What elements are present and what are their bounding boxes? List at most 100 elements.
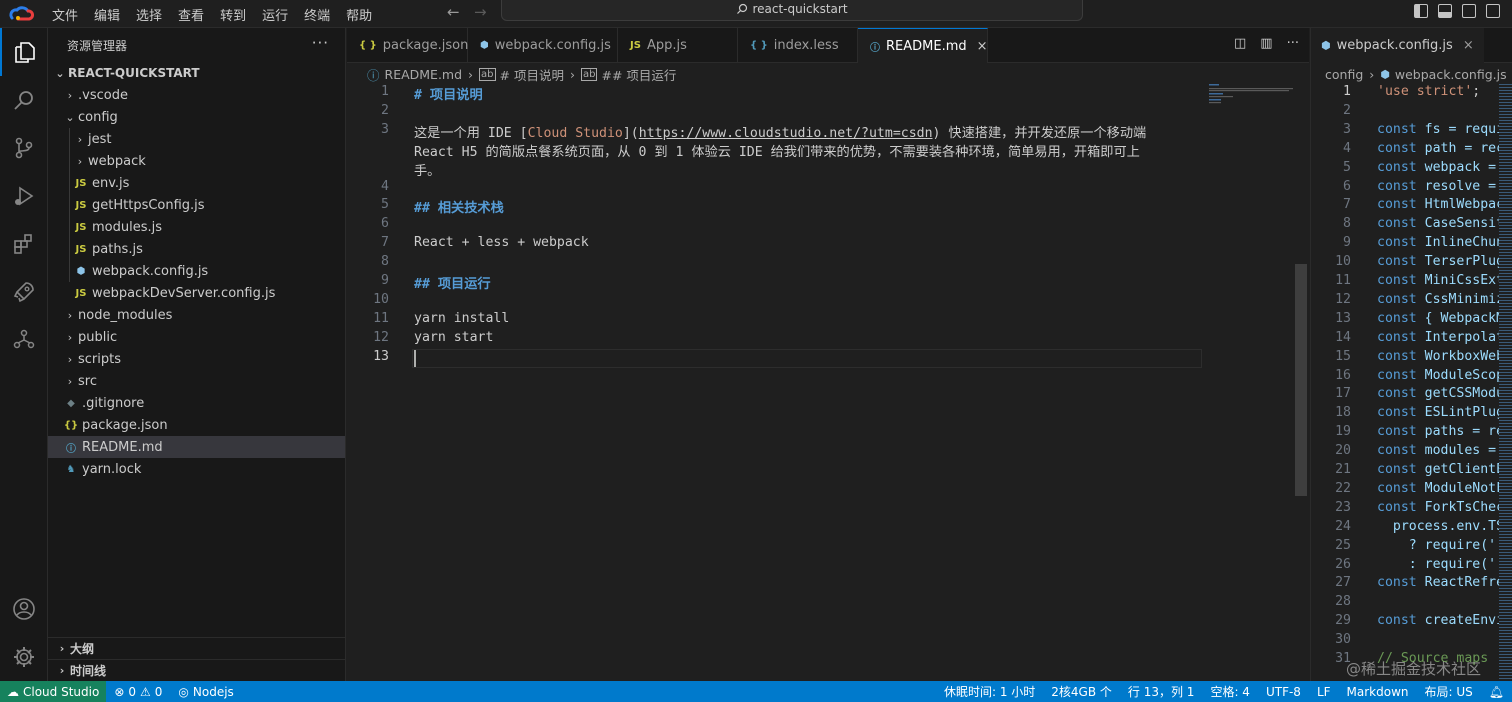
file-item[interactable]: {} package.json <box>48 414 345 436</box>
timeline-section[interactable]: › 时间线 <box>48 659 346 681</box>
folder-item[interactable]: ⌄ config <box>48 106 345 128</box>
more-actions-icon[interactable]: ··· <box>312 34 329 52</box>
search-view-icon[interactable] <box>0 76 48 124</box>
minimap[interactable] <box>1209 84 1297 104</box>
toggle-secondary-sidebar-icon[interactable] <box>1462 4 1476 18</box>
extensions-icon[interactable] <box>0 220 48 268</box>
remote-label: Cloud Studio <box>23 684 100 699</box>
breadcrumb-file[interactable]: webpack.config.js <box>1395 67 1507 82</box>
tree-item-label: .vscode <box>78 87 128 103</box>
file-item[interactable]: JS getHttpsConfig.js <box>48 194 345 216</box>
problems-indicator[interactable]: ⊗ 0 ⚠ 0 <box>106 685 170 699</box>
menu-file[interactable]: 文件 <box>44 5 86 24</box>
line-number: 6 <box>1343 178 1351 194</box>
workspace-root[interactable]: ⌄ REACT-QUICKSTART <box>48 62 345 84</box>
tab-package-json[interactable]: { } package.json <box>347 28 468 63</box>
file-item[interactable]: ♞ yarn.lock <box>48 458 345 480</box>
code-token: fs = requi <box>1424 121 1505 137</box>
code-token: webpack = <box>1424 159 1505 175</box>
line-ending[interactable]: LF <box>1309 685 1339 699</box>
menu-run[interactable]: 运行 <box>254 5 296 24</box>
menu-edit[interactable]: 编辑 <box>86 5 128 24</box>
menu-selection[interactable]: 选择 <box>128 5 170 24</box>
file-item[interactable]: JS paths.js <box>48 238 345 260</box>
close-tab-icon[interactable]: × <box>1463 38 1474 53</box>
folder-item[interactable]: › public <box>48 326 345 348</box>
menu-terminal[interactable]: 终端 <box>296 5 338 24</box>
folder-item[interactable]: › jest <box>48 128 345 150</box>
command-center-search[interactable]: react-quickstart <box>501 0 1083 21</box>
tab-webpack-config[interactable]: ⬢ webpack.config.js <box>468 28 618 63</box>
language-mode[interactable]: Markdown <box>1339 685 1417 699</box>
vertical-scrollbar[interactable] <box>1295 264 1307 496</box>
menu-view[interactable]: 查看 <box>170 5 212 24</box>
remote-indicator[interactable]: ☁ Cloud Studio <box>0 681 107 702</box>
back-arrow-icon[interactable]: ← <box>447 3 460 21</box>
folder-item[interactable]: › src <box>48 370 345 392</box>
machine-spec[interactable]: 2核4GB 个 <box>1043 683 1120 700</box>
code-token: const <box>1377 291 1425 307</box>
md-url[interactable]: https://www.cloudstudio.net/?utm=csdn <box>639 126 933 141</box>
secondary-breadcrumb: config › ⬢ webpack.config.js <box>1311 63 1512 85</box>
folder-item[interactable]: › node_modules <box>48 304 345 326</box>
split-editor-icon[interactable]: ▥ <box>1260 36 1272 51</box>
menu-go[interactable]: 转到 <box>212 5 254 24</box>
code-token: CssMinimiz <box>1424 291 1505 307</box>
notifications-bell-icon[interactable]: 🔔︎ <box>1481 685 1512 699</box>
tab-app-js[interactable]: JS App.js <box>618 28 738 63</box>
editor-tabs: { } package.json ⬢ webpack.config.js JS App… <box>347 28 1309 63</box>
keyboard-layout[interactable]: 布局: US <box>1417 683 1481 700</box>
folder-item[interactable]: › .vscode <box>48 84 345 106</box>
explorer-icon[interactable] <box>0 28 48 76</box>
line-number: 12 <box>373 329 389 345</box>
tab-readme[interactable]: ⓘ README.md × <box>858 28 988 63</box>
outline-section[interactable]: › 大纲 <box>48 637 346 659</box>
toggle-panel-icon[interactable] <box>1438 4 1452 18</box>
sleep-time[interactable]: 休眠时间: 1 小时 <box>936 683 1043 700</box>
indentation[interactable]: 空格: 4 <box>1202 683 1258 700</box>
open-preview-icon[interactable]: ◫ <box>1234 36 1246 51</box>
file-item[interactable]: JS modules.js <box>48 216 345 238</box>
file-item[interactable]: ⬢ webpack.config.js <box>48 260 345 282</box>
rocket-deploy-icon[interactable] <box>0 268 48 316</box>
js-file-icon: JS <box>75 177 87 189</box>
menu-help[interactable]: 帮助 <box>338 5 380 24</box>
breadcrumb-file[interactable]: README.md <box>385 67 463 82</box>
tab-index-less[interactable]: { } index.less <box>738 28 858 63</box>
folder-item[interactable]: › scripts <box>48 348 345 370</box>
environment-indicator[interactable]: ◎ Nodejs <box>170 685 241 699</box>
webpack-icon: ⬢ <box>480 40 489 51</box>
breadcrumb-heading-2[interactable]: ## 项目运行 <box>601 65 676 84</box>
line-number: 19 <box>1335 424 1351 440</box>
code-line: yarn start <box>414 329 494 345</box>
customize-layout-icon[interactable] <box>1486 4 1500 18</box>
forward-arrow-icon[interactable]: → <box>474 3 487 21</box>
breadcrumb-heading-1[interactable]: # 项目说明 <box>500 65 564 84</box>
folder-item[interactable]: › webpack <box>48 150 345 172</box>
more-actions-icon[interactable]: ··· <box>1287 36 1299 51</box>
toggle-sidebar-icon[interactable] <box>1414 4 1428 18</box>
secondary-minimap[interactable] <box>1499 82 1512 681</box>
tree-network-icon[interactable] <box>0 316 48 364</box>
run-debug-icon[interactable] <box>0 172 48 220</box>
encoding[interactable]: UTF-8 <box>1258 685 1309 699</box>
cursor-position[interactable]: 行 13，列 1 <box>1120 683 1203 700</box>
account-icon[interactable] <box>0 585 48 633</box>
settings-gear-icon[interactable] <box>0 633 48 681</box>
code-token: { WebpackM <box>1424 310 1505 326</box>
file-item[interactable]: ⓘ README.md <box>48 436 345 458</box>
outline-label: 大纲 <box>70 642 95 656</box>
tab-webpack-config-secondary[interactable]: ⬢ webpack.config.js × <box>1311 28 1484 63</box>
file-item[interactable]: JS webpackDevServer.config.js <box>48 282 345 304</box>
breadcrumb-folder[interactable]: config <box>1325 67 1363 82</box>
json-icon: { } <box>359 40 377 51</box>
code-token: const <box>1377 235 1425 251</box>
webpack-file-icon: ⬢ <box>76 265 86 277</box>
file-item[interactable]: ◆ .gitignore <box>48 392 345 414</box>
line-number: 31 <box>1335 651 1351 666</box>
code-token: const <box>1377 499 1425 515</box>
source-control-icon[interactable] <box>0 124 48 172</box>
close-tab-icon[interactable]: × <box>977 39 988 54</box>
file-item[interactable]: JS env.js <box>48 172 345 194</box>
code-token: ; <box>1472 84 1481 99</box>
